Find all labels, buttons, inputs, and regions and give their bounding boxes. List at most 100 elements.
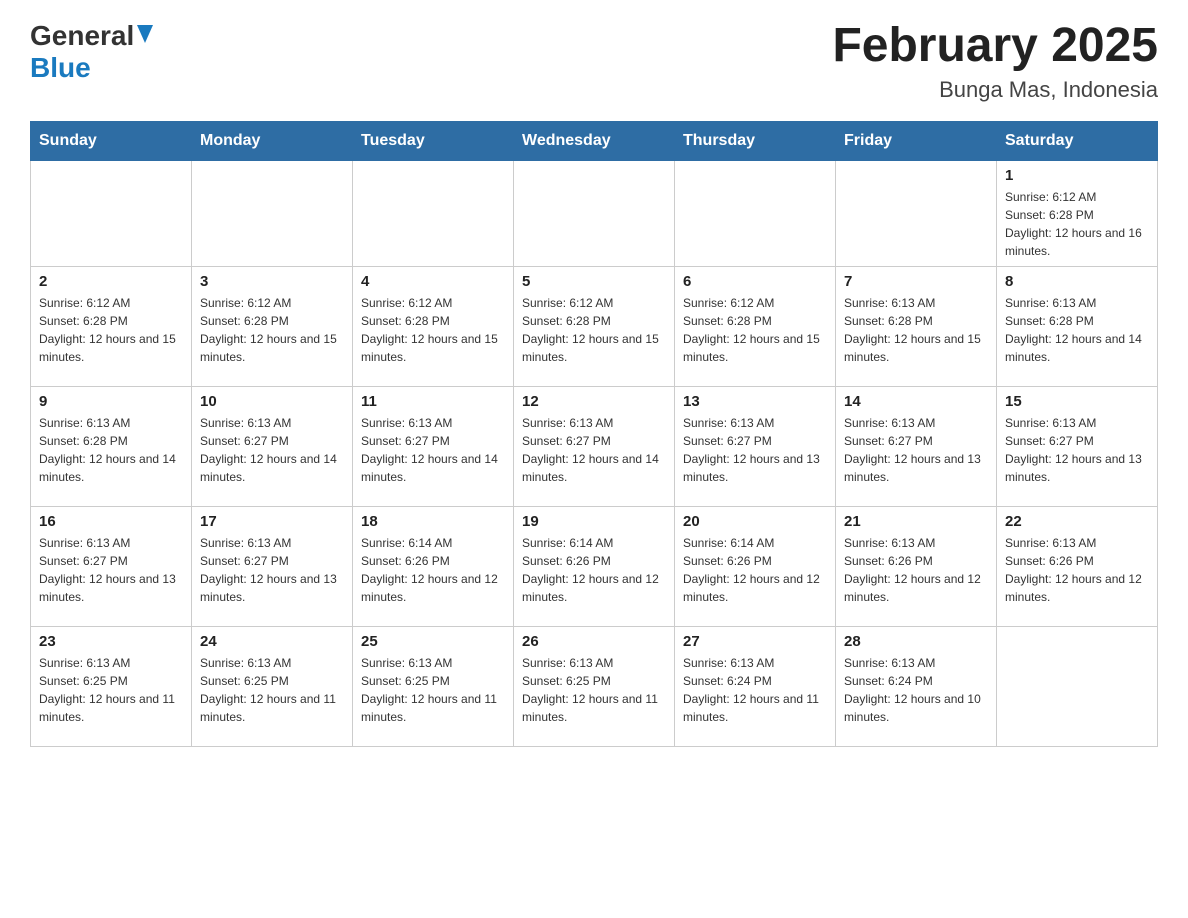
day-number: 14 (844, 393, 988, 410)
calendar-table: Sunday Monday Tuesday Wednesday Thursday… (30, 121, 1158, 747)
day-info: Sunrise: 6:13 AMSunset: 6:28 PMDaylight:… (1005, 294, 1149, 366)
table-row: 25 Sunrise: 6:13 AMSunset: 6:25 PMDayligh… (353, 626, 514, 746)
table-row: 2 Sunrise: 6:12 AMSunset: 6:28 PMDaylight… (31, 266, 192, 386)
day-number: 22 (1005, 513, 1149, 530)
calendar-body: 1 Sunrise: 6:12 AMSunset: 6:28 PMDaylight… (31, 160, 1158, 746)
day-number: 23 (39, 633, 183, 650)
col-saturday: Saturday (997, 121, 1158, 160)
table-row: 11Sunrise: 6:13 AMSunset: 6:27 PMDayligh… (353, 386, 514, 506)
day-number: 1 (1005, 167, 1149, 184)
table-row: 24 Sunrise: 6:13 AMSunset: 6:25 PMDayligh… (192, 626, 353, 746)
table-row: 18Sunrise: 6:14 AMSunset: 6:26 PMDayligh… (353, 506, 514, 626)
col-sunday: Sunday (31, 121, 192, 160)
calendar-header: Sunday Monday Tuesday Wednesday Thursday… (31, 121, 1158, 160)
day-info: Sunrise: 6:13 AMSunset: 6:25 PMDaylight:… (200, 654, 344, 726)
day-info: Sunrise: 6:13 AMSunset: 6:28 PMDaylight:… (39, 414, 183, 486)
table-row: 21 Sunrise: 6:13 AMSunset: 6:26 PMDayligh… (836, 506, 997, 626)
table-row: 5 Sunrise: 6:12 AMSunset: 6:28 PMDaylight… (514, 266, 675, 386)
day-number: 20 (683, 513, 827, 530)
day-number: 16 (39, 513, 183, 530)
day-number: 4 (361, 273, 505, 290)
day-info: Sunrise: 6:13 AMSunset: 6:25 PMDaylight:… (361, 654, 505, 726)
day-info: Sunrise: 6:13 AMSunset: 6:27 PMDaylight:… (200, 534, 344, 606)
day-number: 27 (683, 633, 827, 650)
table-row (836, 160, 997, 266)
day-number: 6 (683, 273, 827, 290)
table-row: 14 Sunrise: 6:13 AMSunset: 6:27 PMDayligh… (836, 386, 997, 506)
table-row: 9 Sunrise: 6:13 AMSunset: 6:28 PMDaylight… (31, 386, 192, 506)
table-row (31, 160, 192, 266)
table-row (192, 160, 353, 266)
table-row: 13 Sunrise: 6:13 AMSunset: 6:27 PMDayligh… (675, 386, 836, 506)
day-info: Sunrise: 6:13 AMSunset: 6:27 PMDaylight:… (522, 414, 666, 486)
day-number: 10 (200, 393, 344, 410)
day-number: 28 (844, 633, 988, 650)
day-info: Sunrise: 6:13 AMSunset: 6:24 PMDaylight:… (844, 654, 988, 726)
table-row: 8Sunrise: 6:13 AMSunset: 6:28 PMDaylight… (997, 266, 1158, 386)
table-row: 7Sunrise: 6:13 AMSunset: 6:28 PMDaylight… (836, 266, 997, 386)
day-number: 26 (522, 633, 666, 650)
table-row (514, 160, 675, 266)
table-row: 22 Sunrise: 6:13 AMSunset: 6:26 PMDayligh… (997, 506, 1158, 626)
day-number: 3 (200, 273, 344, 290)
day-number: 19 (522, 513, 666, 530)
location-subtitle: Bunga Mas, Indonesia (832, 77, 1158, 103)
table-row: 28 Sunrise: 6:13 AMSunset: 6:24 PMDayligh… (836, 626, 997, 746)
day-info: Sunrise: 6:12 AMSunset: 6:28 PMDaylight:… (200, 294, 344, 366)
day-number: 9 (39, 393, 183, 410)
day-info: Sunrise: 6:13 AMSunset: 6:25 PMDaylight:… (39, 654, 183, 726)
day-info: Sunrise: 6:13 AMSunset: 6:24 PMDaylight:… (683, 654, 827, 726)
day-info: Sunrise: 6:12 AMSunset: 6:28 PMDaylight:… (361, 294, 505, 366)
table-row: 26Sunrise: 6:13 AMSunset: 6:25 PMDayligh… (514, 626, 675, 746)
day-info: Sunrise: 6:13 AMSunset: 6:26 PMDaylight:… (844, 534, 988, 606)
day-info: Sunrise: 6:13 AMSunset: 6:27 PMDaylight:… (844, 414, 988, 486)
day-info: Sunrise: 6:13 AMSunset: 6:27 PMDaylight:… (1005, 414, 1149, 486)
title-block: February 2025 Bunga Mas, Indonesia (832, 20, 1158, 103)
day-info: Sunrise: 6:12 AMSunset: 6:28 PMDaylight:… (522, 294, 666, 366)
day-number: 21 (844, 513, 988, 530)
day-number: 25 (361, 633, 505, 650)
table-row: 17 Sunrise: 6:13 AMSunset: 6:27 PMDayligh… (192, 506, 353, 626)
day-info: Sunrise: 6:12 AMSunset: 6:28 PMDaylight:… (683, 294, 827, 366)
day-number: 13 (683, 393, 827, 410)
day-info: Sunrise: 6:12 AMSunset: 6:28 PMDaylight:… (39, 294, 183, 366)
day-number: 5 (522, 273, 666, 290)
table-row: 12 Sunrise: 6:13 AMSunset: 6:27 PMDayligh… (514, 386, 675, 506)
day-number: 18 (361, 513, 505, 530)
col-thursday: Thursday (675, 121, 836, 160)
day-number: 15 (1005, 393, 1149, 410)
day-info: Sunrise: 6:13 AMSunset: 6:26 PMDaylight:… (1005, 534, 1149, 606)
table-row: 20Sunrise: 6:14 AMSunset: 6:26 PMDayligh… (675, 506, 836, 626)
table-row: 1 Sunrise: 6:12 AMSunset: 6:28 PMDaylight… (997, 160, 1158, 266)
col-monday: Monday (192, 121, 353, 160)
table-row: 16 Sunrise: 6:13 AMSunset: 6:27 PMDayligh… (31, 506, 192, 626)
col-tuesday: Tuesday (353, 121, 514, 160)
table-row: 15 Sunrise: 6:13 AMSunset: 6:27 PMDayligh… (997, 386, 1158, 506)
table-row (997, 626, 1158, 746)
table-row (353, 160, 514, 266)
col-friday: Friday (836, 121, 997, 160)
table-row: 23 Sunrise: 6:13 AMSunset: 6:25 PMDayligh… (31, 626, 192, 746)
day-info: Sunrise: 6:13 AMSunset: 6:27 PMDaylight:… (39, 534, 183, 606)
day-info: Sunrise: 6:13 AMSunset: 6:27 PMDaylight:… (200, 414, 344, 486)
logo-general-text: General (30, 20, 134, 52)
day-number: 12 (522, 393, 666, 410)
logo-arrow-icon (137, 25, 153, 48)
page-title: February 2025 (832, 20, 1158, 73)
day-info: Sunrise: 6:14 AMSunset: 6:26 PMDaylight:… (522, 534, 666, 606)
page-header: General Blue February 2025 Bunga Mas, In… (30, 20, 1158, 103)
day-number: 2 (39, 273, 183, 290)
day-info: Sunrise: 6:12 AMSunset: 6:28 PMDaylight:… (1005, 188, 1149, 260)
day-number: 17 (200, 513, 344, 530)
table-row: 27 Sunrise: 6:13 AMSunset: 6:24 PMDayligh… (675, 626, 836, 746)
logo: General Blue (30, 20, 153, 84)
table-row (675, 160, 836, 266)
table-row: 3 Sunrise: 6:12 AMSunset: 6:28 PMDaylight… (192, 266, 353, 386)
table-row: 6 Sunrise: 6:12 AMSunset: 6:28 PMDaylight… (675, 266, 836, 386)
day-info: Sunrise: 6:13 AMSunset: 6:27 PMDaylight:… (683, 414, 827, 486)
day-number: 24 (200, 633, 344, 650)
table-row: 19 Sunrise: 6:14 AMSunset: 6:26 PMDayligh… (514, 506, 675, 626)
day-number: 7 (844, 273, 988, 290)
table-row: 4 Sunrise: 6:12 AMSunset: 6:28 PMDaylight… (353, 266, 514, 386)
logo-blue-text: Blue (30, 52, 91, 83)
